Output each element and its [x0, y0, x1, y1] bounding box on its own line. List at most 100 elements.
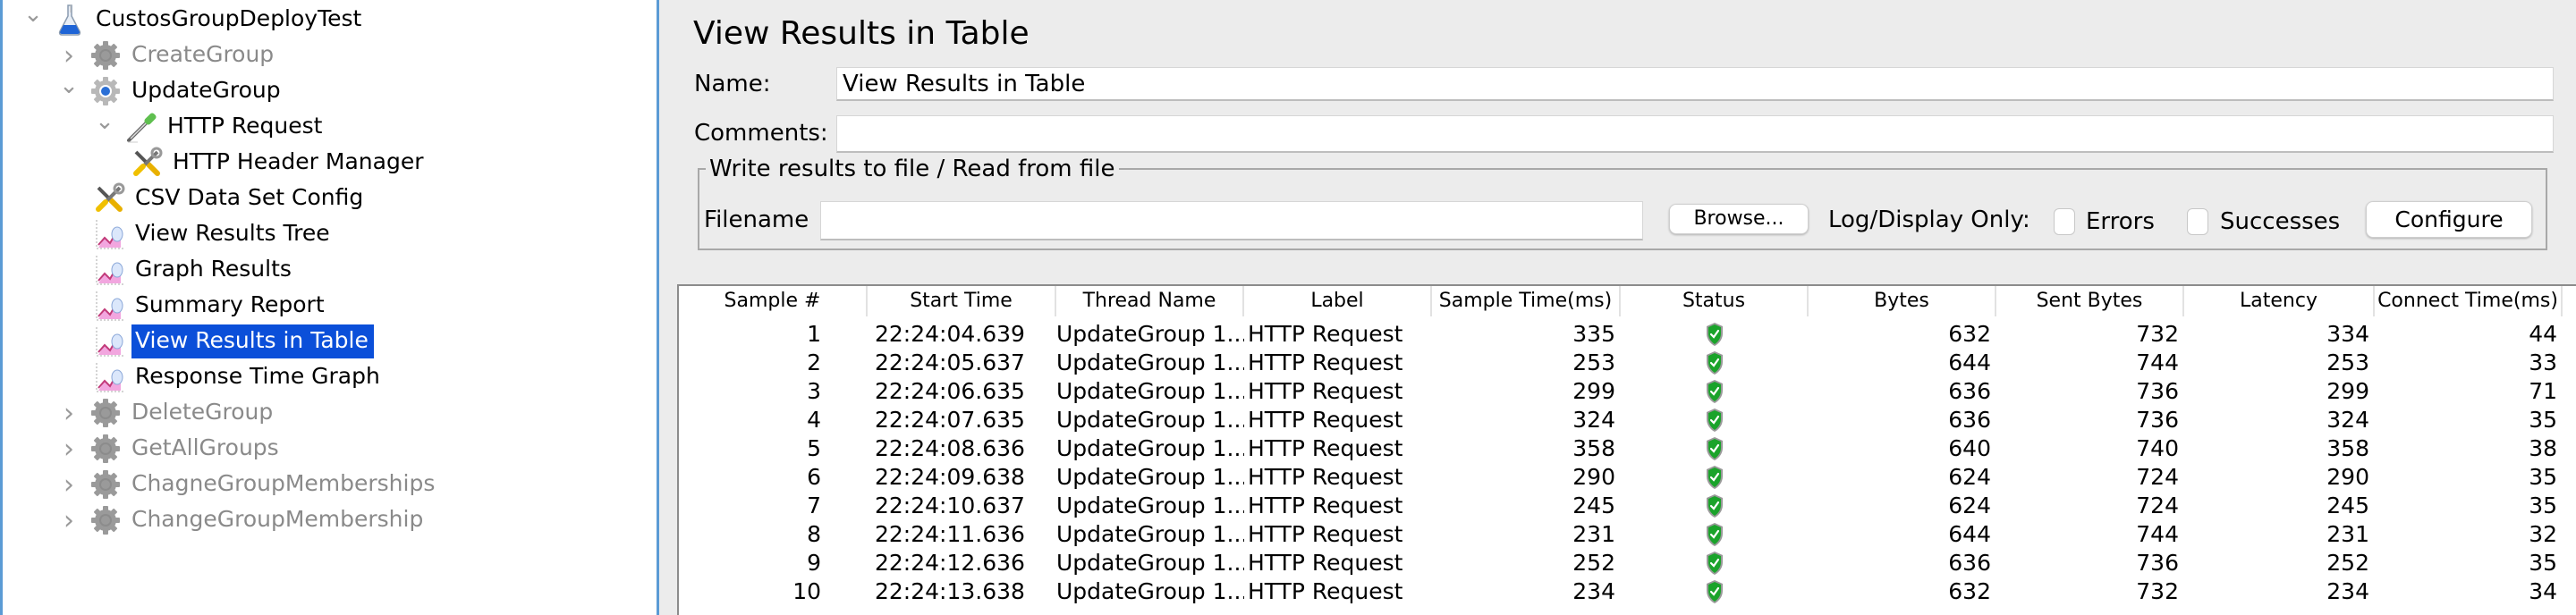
label-cell: HTTP Request [1248, 407, 1403, 433]
label-cell: HTTP Request [1248, 435, 1403, 461]
label-cell: HTTP Request [1248, 321, 1403, 347]
thread-group-gear-icon [89, 503, 123, 537]
status-cell [1621, 549, 1809, 577]
latency-cell: 231 [2326, 521, 2369, 547]
sample-time-cell: 290 [1572, 464, 1615, 490]
table-row[interactable]: 8 22:24:11.636 UpdateGroup 1... HTTP Reques… [679, 520, 2563, 549]
chevron-down-icon[interactable]: ⌄ [21, 0, 46, 32]
name-field[interactable] [836, 67, 2554, 101]
tree-item[interactable]: ⌄ UpdateGroup [56, 72, 286, 109]
chevron-down-icon[interactable]: ⌄ [56, 68, 81, 104]
column-header-connect-time[interactable]: Connect Time(ms) [2375, 286, 2563, 316]
table-header: Sample # Start Time Thread Name Label Sa… [679, 286, 2563, 316]
configure-button[interactable]: Configure [2366, 201, 2532, 238]
sample-number-cell: 10 [792, 578, 821, 604]
tree-item[interactable]: CSV Data Set Config [92, 181, 369, 216]
sample-time-cell: 252 [1572, 550, 1615, 576]
successes-label[interactable]: Successes [2220, 204, 2340, 240]
thread-group-gear-icon [89, 396, 123, 430]
latency-cell: 334 [2326, 321, 2369, 347]
sent-bytes-cell: 724 [2136, 493, 2179, 518]
tree-item-label: DeleteGroup [131, 399, 274, 425]
success-shield-icon [1705, 379, 1724, 404]
table-row[interactable]: 4 22:24:07.635 UpdateGroup 1... HTTP Reques… [679, 406, 2563, 434]
sample-time-cell: 245 [1572, 493, 1615, 518]
connect-time-cell: 35 [2529, 493, 2557, 518]
results-table[interactable]: Sample # Start Time Thread Name Label Sa… [677, 284, 2576, 615]
success-shield-icon [1705, 436, 1724, 461]
test-plan-tree[interactable]: ⌄ CustosGroupDeployTest › CreateGroup ⌄ Updat… [0, 0, 657, 615]
errors-label[interactable]: Errors [2086, 204, 2155, 240]
sample-number-cell: 3 [807, 378, 821, 404]
table-row[interactable]: 9 22:24:12.636 UpdateGroup 1... HTTP Reques… [679, 549, 2563, 577]
successes-checkbox[interactable] [2187, 208, 2208, 235]
tree-item[interactable]: › GetAllGroups [56, 431, 284, 467]
start-time-cell: 22:24:06.635 [875, 378, 1025, 404]
comments-field[interactable] [836, 115, 2554, 153]
connect-time-cell: 35 [2529, 464, 2557, 490]
column-header-bytes[interactable]: Bytes [1809, 286, 1996, 316]
tree-item[interactable]: Graph Results [92, 252, 297, 288]
sample-number-cell: 4 [807, 407, 821, 433]
column-header-thread-name[interactable]: Thread Name [1056, 286, 1244, 316]
column-header-sample-time[interactable]: Sample Time(ms) [1432, 286, 1621, 316]
table-row[interactable]: 10 22:24:13.638 UpdateGroup 1... HTTP Reque… [679, 577, 2563, 606]
tree-item[interactable]: Summary Report [92, 288, 330, 324]
panel-title: View Results in Table [693, 15, 1030, 52]
connect-time-cell: 35 [2529, 550, 2557, 576]
table-row[interactable]: 1 22:24:04.639 UpdateGroup 1... HTTP Reques… [679, 320, 2563, 349]
table-row[interactable]: 3 22:24:06.635 UpdateGroup 1... HTTP Reques… [679, 377, 2563, 406]
table-row[interactable]: 7 22:24:10.637 UpdateGroup 1... HTTP Reques… [679, 492, 2563, 520]
column-header-latency[interactable]: Latency [2184, 286, 2375, 316]
tree-item-label: View Results in Table [131, 324, 374, 358]
column-header-sample-number[interactable]: Sample # [679, 286, 868, 316]
thread-group-gear-icon [89, 38, 123, 72]
bytes-cell: 632 [1948, 321, 1991, 347]
bytes-cell: 636 [1948, 378, 1991, 404]
tree-item[interactable]: › CreateGroup [56, 38, 279, 73]
tree-item-label: Graph Results [135, 256, 292, 282]
sample-number-cell: 2 [807, 350, 821, 375]
test-plan-flask-icon [53, 3, 87, 37]
latency-cell: 324 [2326, 407, 2369, 433]
tree-item[interactable]: › ChagneGroupMemberships [56, 467, 440, 502]
tree-item[interactable]: ⌄ CustosGroupDeployTest [21, 0, 367, 38]
chevron-down-icon[interactable]: ⌄ [92, 104, 117, 139]
filename-field[interactable] [820, 201, 1643, 240]
chevron-right-icon[interactable]: › [56, 467, 81, 502]
thread-name-cell: UpdateGroup 1... [1056, 378, 1244, 404]
chevron-right-icon[interactable]: › [56, 431, 81, 467]
column-header-label[interactable]: Label [1244, 286, 1432, 316]
status-cell [1621, 377, 1809, 406]
tree-item[interactable]: View Results in Table [92, 324, 374, 359]
connect-time-cell: 44 [2529, 321, 2557, 347]
thread-name-cell: UpdateGroup 1... [1056, 578, 1244, 604]
success-shield-icon [1705, 579, 1724, 604]
label-cell: HTTP Request [1248, 578, 1403, 604]
thread-name-cell: UpdateGroup 1... [1056, 350, 1244, 375]
errors-checkbox[interactable] [2054, 208, 2075, 235]
browse-button[interactable]: Browse... [1669, 204, 1809, 234]
sample-time-cell: 231 [1572, 521, 1615, 547]
column-header-sent-bytes[interactable]: Sent Bytes [1996, 286, 2184, 316]
column-header-status[interactable]: Status [1621, 286, 1809, 316]
sample-time-cell: 324 [1572, 407, 1615, 433]
start-time-cell: 22:24:05.637 [875, 350, 1025, 375]
chevron-right-icon[interactable]: › [56, 395, 81, 431]
tree-item[interactable]: › ChangeGroupMembership [56, 502, 428, 538]
column-header-start-time[interactable]: Start Time [868, 286, 1056, 316]
latency-cell: 299 [2326, 378, 2369, 404]
tree-item[interactable]: View Results Tree [92, 216, 335, 252]
tree-item[interactable]: ⌄ HTTP Request [92, 108, 327, 145]
chevron-right-icon[interactable]: › [56, 502, 81, 538]
table-row[interactable]: 6 22:24:09.638 UpdateGroup 1... HTTP Reques… [679, 463, 2563, 492]
table-row[interactable]: 5 22:24:08.636 UpdateGroup 1... HTTP Reques… [679, 434, 2563, 463]
status-cell [1621, 320, 1809, 349]
tree-item[interactable]: HTTP Header Manager [130, 145, 428, 181]
tree-item[interactable]: Response Time Graph [92, 359, 386, 395]
config-tools-icon [92, 181, 126, 215]
tree-item[interactable]: › DeleteGroup [56, 395, 278, 431]
table-row[interactable]: 2 22:24:05.637 UpdateGroup 1... HTTP Reques… [679, 349, 2563, 377]
listener-graph-icon [92, 253, 126, 287]
label-cell: HTTP Request [1248, 350, 1403, 375]
